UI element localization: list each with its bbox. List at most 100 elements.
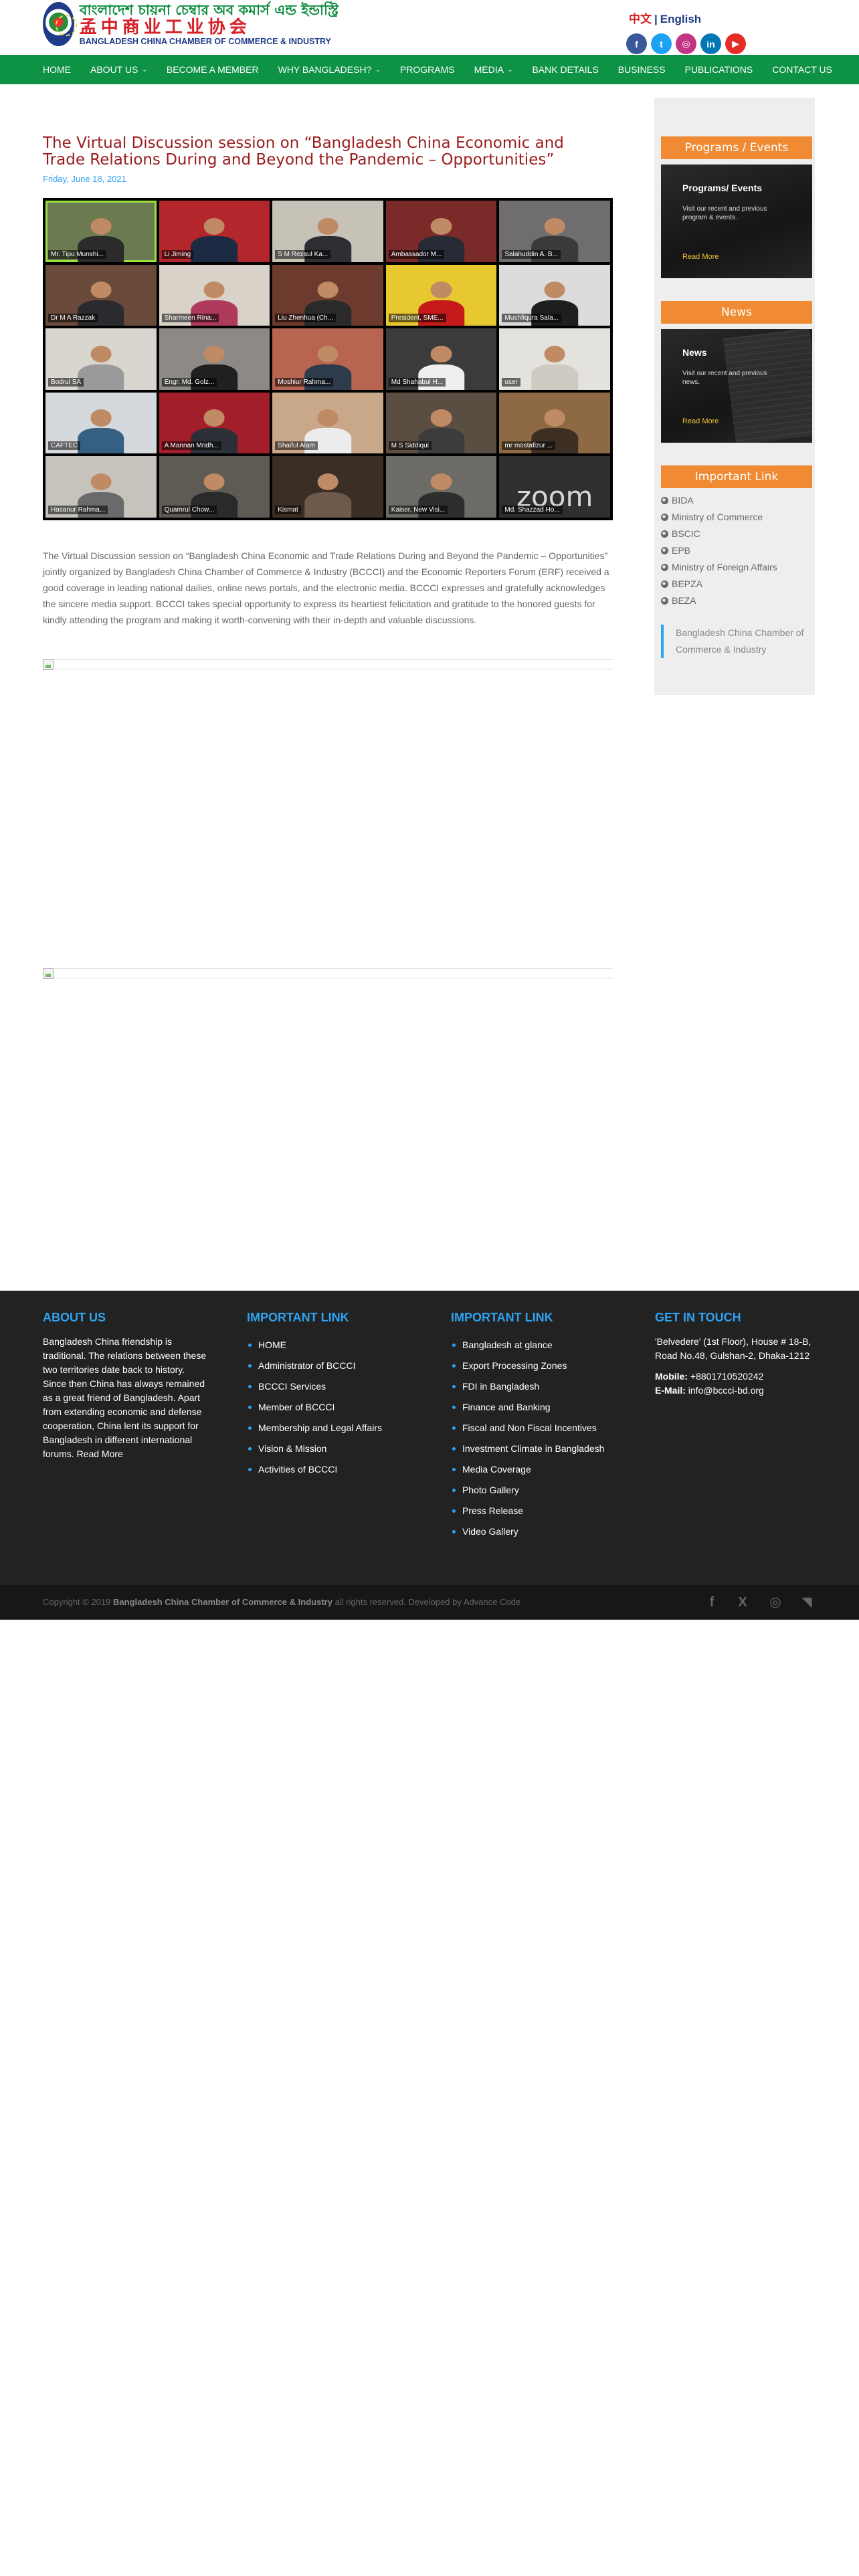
footer-link-item[interactable]: Bangladesh at glance (451, 1335, 618, 1356)
nav-item-why-bangladesh[interactable]: WHY BANGLADESH? ⌄ (278, 64, 381, 75)
footer-link-item[interactable]: Administrator of BCCCI (247, 1356, 414, 1376)
footer-link-item[interactable]: Finance and Banking (451, 1397, 618, 1418)
facebook-icon[interactable]: f (704, 1594, 720, 1610)
nav-item-about-us[interactable]: ABOUT US ⌄ (90, 64, 147, 75)
footer-link-item[interactable]: Export Processing Zones (451, 1356, 618, 1376)
logo-english-text: BANGLADESH CHINA CHAMBER OF COMMERCE & I… (79, 36, 331, 46)
participant-body (531, 364, 578, 390)
nav-item-publications[interactable]: PUBLICATIONS (685, 64, 753, 75)
email-address[interactable]: info@bccci-bd.org (688, 1385, 764, 1396)
nav-menu: HOME ABOUT US ⌄ BECOME A MEMBER WHY BANGLADE… (43, 55, 852, 84)
nav-item-label: CONTACT US (772, 64, 832, 75)
copyright-text: Copyright © 2019 Bangladesh China Chambe… (43, 1597, 520, 1607)
participant-name: Dr M A Razzak (48, 314, 98, 323)
participant-head (317, 217, 339, 235)
nav-item-business[interactable]: BUSINESS (618, 64, 666, 75)
important-link-item[interactable]: BEPZA (661, 576, 777, 593)
facebook-icon[interactable]: f (626, 33, 647, 54)
important-link-label: BEZA (672, 595, 696, 606)
lang-separator: | (654, 13, 658, 25)
important-link-item[interactable]: BEZA (661, 593, 777, 609)
footer-link-item[interactable]: HOME (247, 1335, 414, 1356)
important-link-item[interactable]: BIDA (661, 492, 777, 509)
nav-item-programs[interactable]: PROGRAMS (400, 64, 455, 75)
participant-tile: user (499, 328, 610, 390)
important-link-item[interactable]: BSCIC (661, 526, 777, 542)
participant-tile: Quamrul Chow... (159, 456, 270, 518)
lang-english-link[interactable]: English (660, 13, 701, 25)
twitter-icon[interactable]: t (651, 33, 672, 54)
important-link-label: Ministry of Foreign Affairs (672, 562, 777, 572)
participant-head (90, 345, 112, 362)
participant-name: Ambassador M... (388, 249, 445, 259)
important-link-item[interactable]: Ministry of Commerce (661, 509, 777, 526)
globe-icon (661, 530, 668, 538)
footer-links-1: IMPORTANT LINK HOME Administrator of BCCC… (247, 1311, 414, 1480)
footer-mobile: Mobile: +8801710520242 (655, 1370, 822, 1384)
header-social-links: f t ◎ in ▶ (626, 33, 746, 54)
x-icon[interactable]: X (735, 1594, 751, 1610)
broken-image-2 (43, 968, 613, 979)
participant-name: A Mannan Mridh... (161, 441, 221, 451)
important-link-item[interactable]: EPB (661, 542, 777, 559)
news-card[interactable]: News Visit our recent and previous news.… (661, 329, 812, 443)
instagram-icon[interactable]: ◎ (676, 33, 696, 54)
news-header[interactable]: News (661, 301, 812, 324)
nav-item-contact-us[interactable]: CONTACT US (772, 64, 832, 75)
lang-chinese-link[interactable]: 中文 (629, 13, 652, 25)
footer-about: ABOUT US Bangladesh China friendship is … (43, 1311, 210, 1461)
chamber-seal-icon (43, 2, 77, 46)
important-link-item[interactable]: Ministry of Foreign Affairs (661, 559, 777, 576)
nav-item-home[interactable]: HOME (43, 64, 71, 75)
footer-link-item[interactable]: Fiscal and Non Fiscal Incentives (451, 1418, 618, 1438)
nav-item-media[interactable]: MEDIA ⌄ (474, 64, 513, 75)
rss-icon[interactable]: ◥ (799, 1594, 815, 1610)
footer-link-item[interactable]: Member of BCCCI (247, 1397, 414, 1418)
nav-item-bank-details[interactable]: BANK DETAILS (532, 64, 598, 75)
participant-tile: Mushfiqura Sala... (499, 264, 610, 326)
participant-name: Md. Shazzad Ho... (502, 505, 563, 514)
participant-name: mr mostafizur ... (502, 441, 556, 451)
participant-tile: Md Shahabul H... (385, 328, 497, 390)
participant-body (191, 236, 238, 262)
participant-tile: Hasanur Rahma... (45, 456, 157, 518)
footer-link-item[interactable]: Video Gallery (451, 1521, 618, 1542)
participant-name: Li Jiming (161, 249, 194, 259)
participant-head (430, 345, 452, 362)
footer-about-title: ABOUT US (43, 1311, 106, 1324)
footer-link-item[interactable]: Membership and Legal Affairs (247, 1418, 414, 1438)
footer-link-item[interactable]: Media Coverage (451, 1459, 618, 1480)
participant-tile: Liu Zhenhua (Ch... (272, 264, 383, 326)
news-read-more-link[interactable]: Read More (682, 417, 719, 425)
footer-link-item[interactable]: Photo Gallery (451, 1480, 618, 1501)
participant-name: Salahuddin A. B... (502, 249, 561, 259)
footer-link-item[interactable]: Press Release (451, 1501, 618, 1521)
article-body: The Virtual Discussion session on “Bangl… (43, 550, 609, 625)
participant-name: President, SME... (388, 314, 446, 323)
participant-head (90, 473, 112, 491)
participant-head (430, 473, 452, 491)
important-link-label: BEPZA (672, 578, 702, 589)
footer-link-item[interactable]: Investment Climate in Bangladesh (451, 1438, 618, 1459)
programs-card[interactable]: Programs/ Events Visit our recent and pr… (661, 165, 812, 278)
youtube-icon[interactable]: ▶ (725, 33, 746, 54)
programs-read-more-link[interactable]: Read More (682, 253, 719, 261)
mobile-number[interactable]: +8801710520242 (690, 1371, 763, 1382)
footer-link-item[interactable]: Activities of BCCCI (247, 1459, 414, 1480)
participant-head (203, 473, 225, 491)
instagram-icon[interactable]: ◎ (767, 1594, 783, 1610)
site-logo[interactable]: বাংলাদেশ চায়না চেম্বার অব কমার্স এন্ড ই… (43, 0, 339, 48)
footer-link-item[interactable]: Vision & Mission (247, 1438, 414, 1459)
important-link-label: Ministry of Commerce (672, 512, 763, 522)
participant-tile: Bodrul SA (45, 328, 157, 390)
copyright-suffix: all rights reserved. Developed by Advanc… (335, 1597, 521, 1607)
programs-header[interactable]: Programs / Events (661, 136, 812, 159)
participant-tile: zoom Md. Shazzad Ho... (499, 456, 610, 518)
footer-link-item[interactable]: FDI in Bangladesh (451, 1376, 618, 1397)
linkedin-icon[interactable]: in (700, 33, 721, 54)
footer-link-item[interactable]: BCCCI Services (247, 1376, 414, 1397)
participant-head (430, 282, 452, 299)
nav-item-become-a-member[interactable]: BECOME A MEMBER (167, 64, 259, 75)
site-header: বাংলাদেশ চায়না চেম্বার অব কমার্স এন্ড ই… (0, 0, 859, 55)
logo-chinese-text: 孟中商业工业协会 (79, 17, 251, 37)
